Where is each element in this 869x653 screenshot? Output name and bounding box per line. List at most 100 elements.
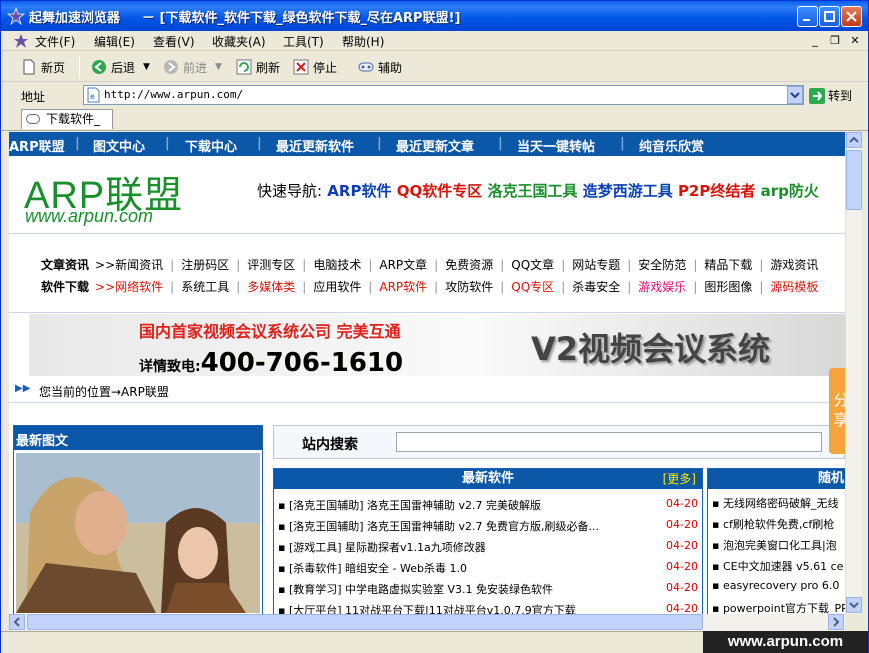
title-bar[interactable]: 起舞加速浏览器－ [下载软件_软件下载_绿色软件下载_尽在ARP联盟!] bbox=[1, 1, 868, 31]
list-item[interactable]: ▪ easyrecovery pro 6.0 bbox=[712, 579, 839, 592]
forward-button[interactable]: 前进 ▼ bbox=[163, 57, 222, 77]
nav-downloads[interactable]: 下载中心 bbox=[185, 136, 237, 155]
horizontal-scrollbar[interactable] bbox=[9, 614, 845, 631]
close-button[interactable] bbox=[841, 6, 862, 27]
scroll-right-button[interactable] bbox=[828, 614, 844, 630]
banner-phone-label: 详情致电: bbox=[139, 359, 201, 375]
cat-link[interactable]: 游戏资讯 bbox=[770, 258, 818, 272]
nav-one-click[interactable]: 当天一键转帖 bbox=[517, 136, 595, 155]
new-page-button[interactable]: 新页 bbox=[21, 57, 65, 77]
url-text: http://www.arpun.com/ bbox=[104, 88, 244, 101]
nav-pictures[interactable]: 图文中心 bbox=[93, 136, 145, 155]
quick-link-zaomeng[interactable]: 造梦西游工具 bbox=[583, 182, 673, 200]
minimize-button[interactable] bbox=[797, 6, 818, 27]
back-button[interactable]: 后退 ▼ bbox=[91, 57, 150, 77]
cat-link[interactable]: >>网络软件 bbox=[95, 280, 163, 294]
cat-link[interactable]: 安全防范 bbox=[638, 258, 686, 272]
latest-pictures-panel: 最新图文 bbox=[13, 425, 263, 614]
nav-home[interactable]: ARP联盟 bbox=[9, 136, 65, 155]
cat-link[interactable]: 电脑技术 bbox=[313, 258, 361, 272]
assist-button[interactable]: 辅助 bbox=[358, 57, 402, 77]
banner-phone-line: 详情致电:400-706-1610 bbox=[139, 348, 403, 376]
menu-help[interactable]: 帮助(H) bbox=[342, 33, 384, 50]
breadcrumb: ▶▶ 您当前的位置→ARP联盟 bbox=[9, 378, 845, 402]
cat-link[interactable]: 多媒体类 bbox=[247, 280, 295, 294]
refresh-icon bbox=[236, 59, 252, 75]
nav-divider: | bbox=[498, 136, 503, 151]
menu-tools[interactable]: 工具(T) bbox=[283, 33, 324, 50]
featured-photo[interactable] bbox=[16, 453, 260, 613]
scroll-down-button[interactable] bbox=[846, 597, 862, 613]
cat-link[interactable]: 杀毒安全 bbox=[572, 280, 620, 294]
search-input[interactable] bbox=[396, 432, 822, 452]
cat-link[interactable]: 系统工具 bbox=[181, 280, 229, 294]
maximize-icon bbox=[824, 11, 835, 22]
more-link[interactable]: [更多] bbox=[663, 469, 696, 489]
list-item[interactable]: ▪ powerpoint官方下载_PP bbox=[712, 600, 845, 614]
quick-link-qq[interactable]: QQ软件专区 bbox=[397, 182, 483, 200]
list-item[interactable]: ▪ 泡泡完美窗口化工具|泡 bbox=[712, 537, 837, 553]
list-item[interactable]: ▪ [大厅平台] 11对战平台下载|11对战平台v1.0.7.9官方下载 04-2… bbox=[278, 598, 698, 614]
tab-current[interactable]: 下载软件_ bbox=[21, 109, 113, 129]
cat-link[interactable]: 游戏娱乐 bbox=[638, 280, 686, 294]
share-button[interactable]: 分享 bbox=[829, 368, 845, 454]
list-item[interactable]: ▪ [教育学习] 中学电路虚拟实验室 V3.1 免安装绿色软件 04-20 bbox=[278, 577, 698, 598]
scroll-left-button[interactable] bbox=[9, 614, 25, 630]
horizontal-scroll-thumb[interactable] bbox=[27, 614, 703, 630]
nav-divider: | bbox=[165, 136, 170, 151]
cat-link[interactable]: QQ专区 bbox=[511, 280, 554, 294]
web-content: ARP联盟 | 图文中心 | 下载中心 | 最近更新软件 | 最近更新文章 | … bbox=[9, 132, 845, 614]
site-logo-url: www.arpun.com bbox=[25, 206, 154, 226]
list-item[interactable]: ▪ [洛克王国辅助] 洛克王国雷神辅助 v2.7 免费官方版,刷级必备... 04… bbox=[278, 514, 698, 535]
list-item[interactable]: ▪ CE中文加速器 v5.61 ce bbox=[712, 558, 843, 574]
scroll-up-button[interactable] bbox=[846, 132, 862, 148]
menu-file[interactable]: 文件(F) bbox=[35, 33, 75, 50]
mdi-restore-icon[interactable]: ❐ bbox=[827, 33, 843, 48]
maximize-button[interactable] bbox=[819, 6, 840, 27]
ad-banner[interactable]: 国内首家视频会议系统公司 完美互通 详情致电:400-706-1610 V2视频… bbox=[29, 314, 845, 376]
cat-link[interactable]: 应用软件 bbox=[313, 280, 361, 294]
quick-link-p2p[interactable]: P2P终结者 bbox=[678, 182, 755, 200]
cat-link[interactable]: 攻防软件 bbox=[445, 280, 493, 294]
mdi-close-icon[interactable]: ✕ bbox=[847, 33, 863, 48]
url-input[interactable]: e http://www.arpun.com/ bbox=[83, 85, 804, 105]
back-dropdown-icon[interactable]: ▼ bbox=[143, 62, 150, 72]
vertical-scrollbar[interactable] bbox=[845, 132, 862, 614]
nav-music[interactable]: 纯音乐欣赏 bbox=[639, 136, 704, 155]
cat-link[interactable]: 注册码区 bbox=[181, 258, 229, 272]
banner-phone: 400-706-1610 bbox=[200, 348, 404, 376]
quick-link-arp[interactable]: ARP软件 bbox=[327, 182, 391, 200]
cat-link[interactable]: ARP文章 bbox=[379, 258, 427, 272]
nav-recent-articles[interactable]: 最近更新文章 bbox=[396, 136, 474, 155]
list-item[interactable]: ▪ cf刷枪软件免费,cf刷枪 bbox=[712, 516, 834, 532]
list-item[interactable]: ▪ 无线网络密码破解_无线 bbox=[712, 495, 838, 511]
menu-view[interactable]: 查看(V) bbox=[153, 33, 195, 50]
menu-favorites[interactable]: 收藏夹(A) bbox=[212, 33, 266, 50]
cat-link[interactable]: 免费资源 bbox=[445, 258, 493, 272]
stop-button[interactable]: 停止 bbox=[293, 57, 337, 77]
go-button[interactable]: 转到 bbox=[809, 87, 852, 104]
cat-link[interactable]: ARP软件 bbox=[379, 280, 427, 294]
cat-link[interactable]: 评测专区 bbox=[247, 258, 295, 272]
list-item[interactable]: ▪ [杀毒软件] 暗组安全 - Web杀毒 1.0 04-20 bbox=[278, 556, 698, 577]
mdi-minimize-icon[interactable]: _ bbox=[807, 33, 823, 48]
vertical-scroll-thumb[interactable] bbox=[846, 150, 862, 210]
forward-dropdown-icon[interactable]: ▼ bbox=[215, 62, 222, 72]
close-icon bbox=[846, 11, 857, 22]
article-categories: 文章资讯 >>新闻资讯 | 注册码区 | 评测专区 | 电脑技术 | ARP文章 | 免费资源 | QQ文… bbox=[41, 258, 819, 272]
item-title: ▪ [教育学习] 中学电路虚拟实验室 V3.1 免安装绿色软件 bbox=[278, 583, 554, 596]
menu-edit[interactable]: 编辑(E) bbox=[94, 33, 135, 50]
nav-recent-software[interactable]: 最近更新软件 bbox=[276, 136, 354, 155]
refresh-button[interactable]: 刷新 bbox=[236, 57, 280, 77]
list-item[interactable]: ▪ [洛克王国辅助] 洛克王国雷神辅助 v2.7 完美破解版 04-20 bbox=[278, 493, 698, 514]
cat-link[interactable]: 精品下载 bbox=[704, 258, 752, 272]
cat-link[interactable]: 网站专题 bbox=[572, 258, 620, 272]
quick-link-arp-firewall[interactable]: arp防火 bbox=[761, 182, 819, 200]
cat-link[interactable]: QQ文章 bbox=[511, 258, 554, 272]
quick-link-roco[interactable]: 洛克王国工具 bbox=[487, 182, 577, 200]
cat-link[interactable]: 图形图像 bbox=[704, 280, 752, 294]
cat-link[interactable]: >>新闻资讯 bbox=[95, 258, 163, 272]
list-item[interactable]: ▪ [游戏工具] 星际勘探者v1.1a九项修改器 04-20 bbox=[278, 535, 698, 556]
address-dropdown-button[interactable] bbox=[787, 86, 803, 104]
cat-link[interactable]: 源码模板 bbox=[770, 280, 818, 294]
